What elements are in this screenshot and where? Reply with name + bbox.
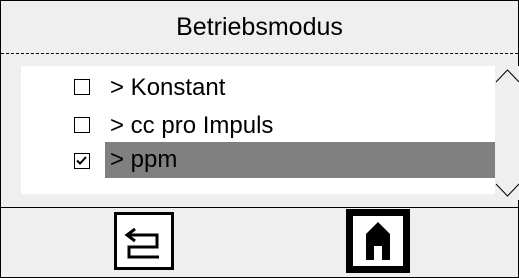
list-item-ppm[interactable]: > ppm: [21, 142, 499, 178]
chevron-down-icon[interactable]: [495, 178, 519, 200]
list-item-cc-pro-impuls[interactable]: > cc pro Impuls: [21, 110, 499, 142]
option-label: > ppm: [110, 146, 178, 173]
option-label: > Konstant: [110, 74, 226, 101]
screen-frame: Betriebsmodus > Konstant > cc pro Impuls…: [0, 0, 519, 278]
title-bar: Betriebsmodus: [1, 1, 518, 54]
option-label: > cc pro Impuls: [110, 112, 274, 139]
back-button[interactable]: [114, 212, 174, 270]
page-title: Betriebsmodus: [176, 12, 343, 41]
home-icon: [353, 216, 403, 266]
back-arrow-icon: [124, 227, 159, 259]
option-list: > Konstant > cc pro Impuls > ppm: [21, 66, 499, 194]
list-item-konstant[interactable]: > Konstant: [21, 72, 499, 104]
checkbox-unchecked-icon[interactable]: [74, 79, 90, 95]
checkbox-checked-icon[interactable]: [74, 153, 90, 169]
divider: [1, 207, 518, 208]
scrollbar[interactable]: [495, 66, 519, 200]
chevron-up-icon[interactable]: [495, 66, 519, 88]
home-button[interactable]: [346, 209, 410, 273]
checkbox-unchecked-icon[interactable]: [74, 117, 90, 133]
